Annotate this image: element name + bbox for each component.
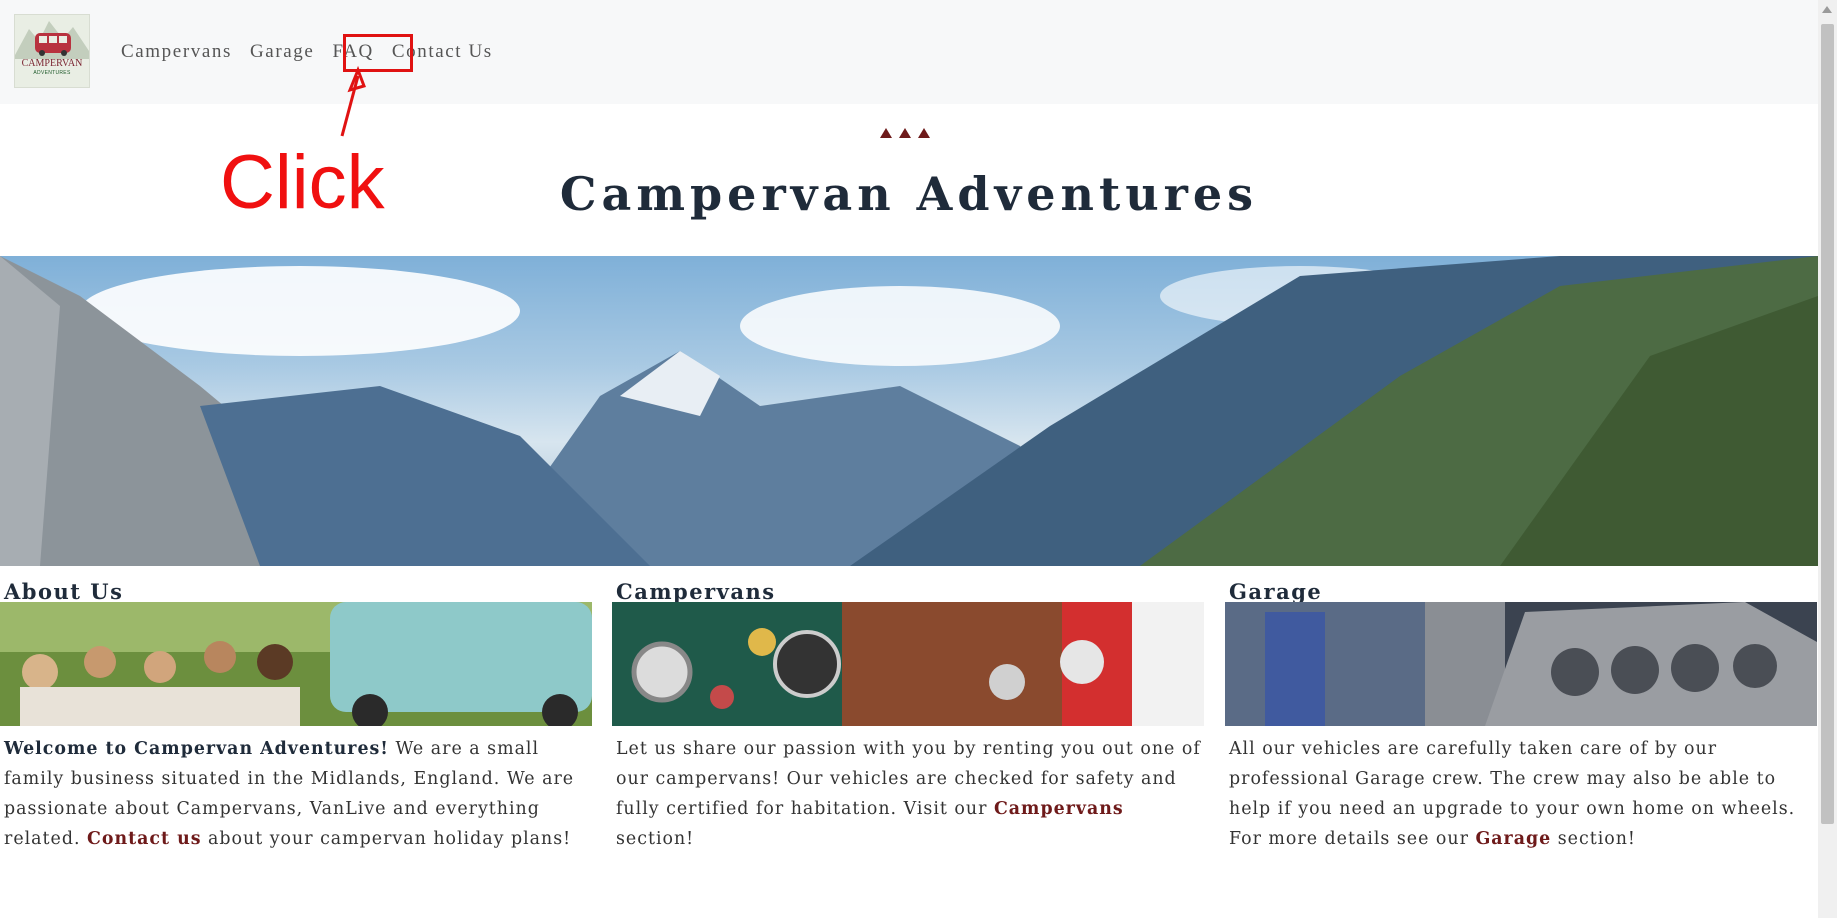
scrollbar-thumb[interactable] bbox=[1821, 24, 1834, 824]
campervans-text: Let us share our passion with you by ren… bbox=[616, 734, 1204, 854]
navbar: CAMPERVAN ADVENTURES Campervans Garage F… bbox=[0, 0, 1818, 104]
decorative-triangles bbox=[880, 128, 930, 138]
painted-vw-van-image bbox=[612, 602, 1204, 726]
arrow-icon bbox=[340, 65, 366, 137]
about-us-intro: Welcome to Campervan Adventures! bbox=[4, 739, 389, 759]
garage-link[interactable]: Garage bbox=[1475, 829, 1551, 849]
triangle-icon bbox=[899, 128, 911, 138]
page-title: Campervan Adventures bbox=[559, 167, 1259, 221]
about-us-body-end: about your campervan holiday plans! bbox=[201, 829, 572, 849]
van-icon bbox=[15, 21, 89, 59]
contact-us-link[interactable]: Contact us bbox=[87, 829, 202, 849]
logo-subtext: ADVENTURES bbox=[33, 70, 71, 76]
campervans-body-end: section! bbox=[616, 829, 695, 849]
scroll-up-arrow-icon[interactable] bbox=[1822, 6, 1832, 13]
triangle-icon bbox=[918, 128, 930, 138]
garage-text: All our vehicles are carefully taken car… bbox=[1229, 734, 1817, 854]
about-us-section: About Us Welcome to Campervan Adventures… bbox=[0, 578, 592, 854]
engine-block-image bbox=[1225, 602, 1817, 726]
about-us-text: Welcome to Campervan Adventures! We are … bbox=[4, 734, 592, 854]
site-logo[interactable]: CAMPERVAN ADVENTURES bbox=[14, 14, 90, 88]
garage-body-end: section! bbox=[1551, 829, 1636, 849]
triangle-icon bbox=[880, 128, 892, 138]
nav-link-campervans[interactable]: Campervans bbox=[112, 40, 241, 64]
friends-campervan-image bbox=[0, 602, 592, 726]
logo-text: CAMPERVAN bbox=[21, 58, 83, 69]
garage-section: Garage All our vehicles are carefully ta… bbox=[1225, 578, 1817, 854]
vertical-scrollbar[interactable] bbox=[1818, 0, 1837, 918]
nav-links: Campervans Garage FAQ Contact Us bbox=[112, 40, 502, 64]
hero-mountain-image bbox=[0, 256, 1818, 566]
campervans-section: Campervans Let us share our passion with… bbox=[612, 578, 1204, 854]
nav-link-garage[interactable]: Garage bbox=[241, 40, 323, 64]
mountain-landscape-illustration bbox=[0, 256, 1818, 566]
campervans-link[interactable]: Campervans bbox=[994, 799, 1124, 819]
